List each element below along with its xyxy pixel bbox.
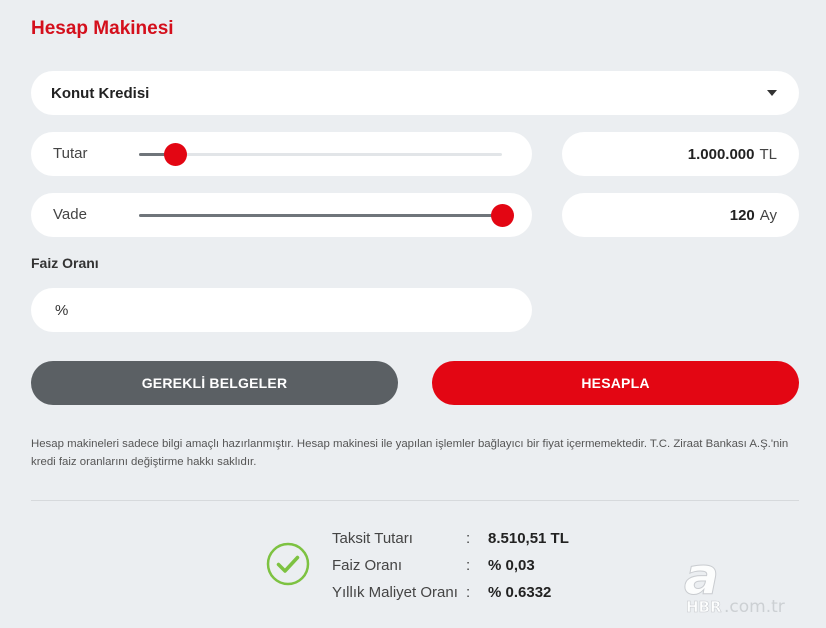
term-value: 120 — [729, 206, 755, 224]
rate-label: Faiz Oranı — [31, 255, 99, 271]
amount-slider-thumb[interactable] — [164, 143, 188, 166]
loan-type-select[interactable]: Konut Kredisi — [31, 71, 799, 115]
result-value: 8.510,51 TL — [488, 530, 569, 547]
page-title: Hesap Makinesi — [31, 18, 174, 39]
amount-value-field[interactable]: 1.000.000 TL — [562, 132, 799, 176]
loan-type-selected: Konut Kredisi — [51, 84, 150, 102]
amount-unit: TL — [759, 145, 777, 163]
amount-slider-track[interactable] — [139, 143, 502, 166]
result-label: Taksit Tutarı — [332, 530, 413, 547]
term-slider-track[interactable] — [139, 204, 514, 227]
term-unit: Ay — [759, 206, 777, 224]
amount-value: 1.000.000 — [687, 145, 755, 163]
result-separator: : — [466, 530, 471, 547]
term-slider-row: Vade — [31, 193, 532, 237]
result-label: Faiz Oranı — [332, 557, 403, 574]
rate-input[interactable] — [53, 300, 497, 320]
term-slider-thumb[interactable] — [491, 204, 514, 227]
calculate-button[interactable]: HESAPLA — [432, 361, 799, 405]
amount-label: Tutar — [53, 145, 88, 162]
term-value-field[interactable]: 120 Ay — [562, 193, 799, 237]
rate-field — [31, 288, 532, 332]
disclaimer-text: Hesap makineleri sadece bilgi amaçlı haz… — [31, 438, 789, 468]
watermark-logo: a HBR .com.tr — [684, 548, 785, 617]
result-value: % 0,03 — [488, 557, 535, 574]
chevron-down-icon — [767, 90, 777, 96]
result-value: % 0.6332 — [488, 584, 552, 601]
watermark-domain: .com.tr — [724, 597, 785, 617]
watermark-brand: HBR — [686, 598, 722, 616]
amount-slider-row: Tutar — [31, 132, 532, 176]
result-label: Yıllık Maliyet Oranı — [332, 584, 458, 601]
term-slider-fill — [139, 214, 502, 217]
required-documents-button[interactable]: GEREKLİ BELGELER — [31, 361, 398, 405]
result-separator: : — [466, 557, 471, 574]
result-separator: : — [466, 584, 471, 601]
check-circle-icon — [266, 542, 310, 586]
term-label: Vade — [53, 206, 87, 223]
divider — [31, 500, 799, 501]
